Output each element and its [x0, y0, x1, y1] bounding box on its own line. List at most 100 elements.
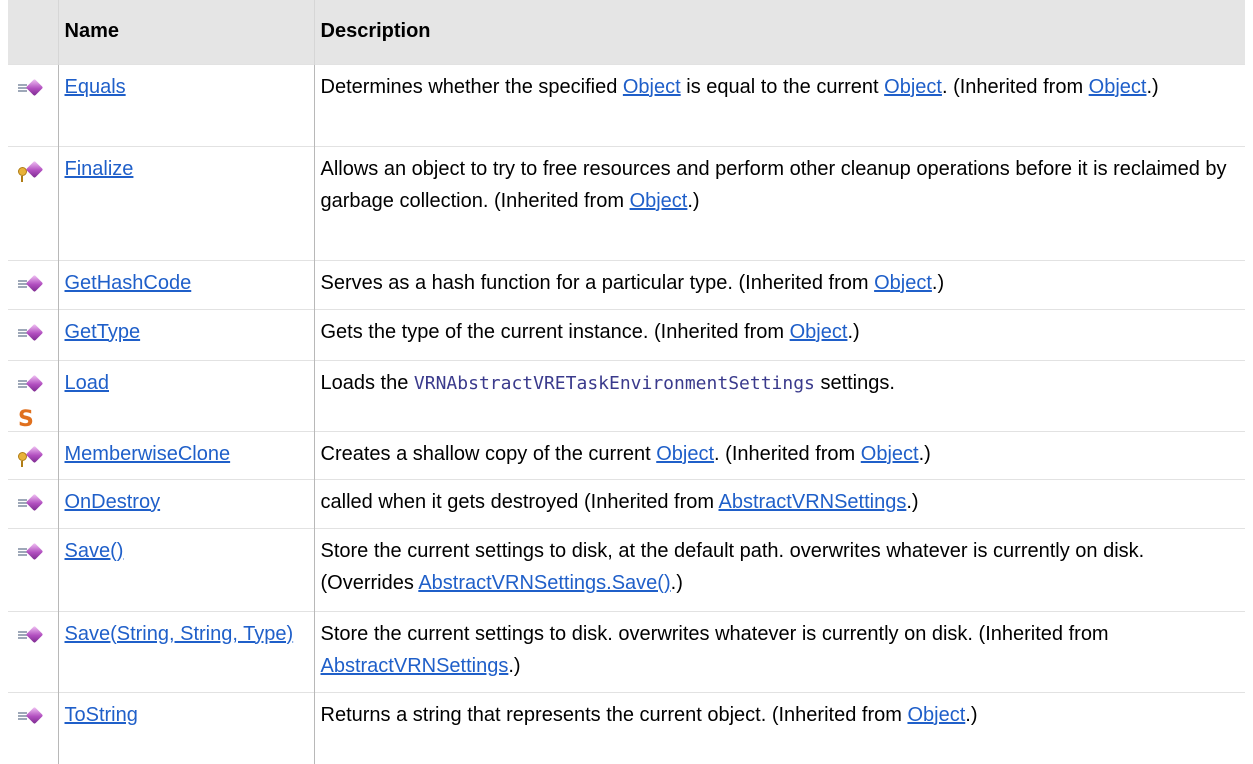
table-row: MemberwiseClone Creates a shallow copy o… [8, 430, 1245, 479]
object-link[interactable]: Object [907, 704, 965, 726]
abstract-settings-save-link[interactable]: AbstractVRNSettings.Save() [418, 572, 670, 594]
table-row: Equals Determines whether the specified … [8, 63, 1245, 146]
name-cell: OnDestroy [57, 478, 314, 528]
icon-cell [8, 527, 58, 611]
description-text: Creates a shallow copy of the current [320, 442, 657, 465]
name-cell: GetHashCode [57, 259, 314, 309]
member-link-equals[interactable]: Equals [65, 76, 126, 98]
icon-cell: S [8, 359, 58, 432]
description-text: .) [918, 442, 931, 465]
description-text: Loads the [320, 371, 414, 394]
object-link[interactable]: Object [623, 76, 681, 98]
description-cell: Creates a shallow copy of the current Ob… [313, 430, 1245, 479]
object-link[interactable]: Object [861, 443, 919, 465]
description-text: settings. [814, 371, 895, 394]
member-link-save[interactable]: Save() [65, 540, 124, 562]
icon-cell [8, 145, 58, 260]
description-cell: Store the current settings to disk. over… [313, 610, 1245, 692]
name-cell: ToString [57, 691, 314, 764]
description-text: Store the current settings to disk. over… [320, 622, 1109, 645]
description-cell: Serves as a hash function for a particul… [313, 259, 1245, 309]
description-text: Serves as a hash function for a particul… [320, 271, 875, 294]
member-link-finalize[interactable]: Finalize [65, 158, 134, 180]
table-row: Finalize Allows an object to try to free… [8, 145, 1245, 260]
description-text: .) [847, 320, 860, 343]
icon-column-header [8, 0, 58, 64]
table-row: GetHashCode Serves as a hash function fo… [8, 259, 1245, 309]
name-cell: MemberwiseClone [57, 430, 314, 479]
object-link[interactable]: Object [656, 443, 714, 465]
member-link-save-string-string-type[interactable]: Save(String, String, Type) [65, 623, 294, 645]
description-text: Gets the type of the current instance. (… [320, 320, 790, 343]
protected-method-icon [18, 157, 46, 182]
icon-cell [8, 259, 58, 309]
protected-method-icon [18, 442, 46, 467]
description-text: .) [508, 654, 521, 677]
public-method-icon [18, 490, 46, 514]
table-row: ToString Returns a string that represent… [8, 691, 1245, 764]
object-link[interactable]: Object [790, 321, 848, 343]
public-method-icon [18, 75, 46, 99]
name-cell: Save() [57, 527, 314, 611]
object-link[interactable]: Object [630, 190, 688, 212]
abstract-settings-link[interactable]: AbstractVRNSettings [719, 491, 907, 513]
description-text: .) [670, 571, 683, 594]
icon-cell [8, 610, 58, 692]
table-row: Save() Store the current settings to dis… [8, 527, 1245, 611]
description-text: is equal to the current [680, 75, 885, 98]
object-link[interactable]: Object [884, 76, 942, 98]
name-cell: Load [57, 359, 314, 431]
object-link[interactable]: Object [874, 272, 932, 294]
description-column-header: Description [313, 0, 1245, 64]
description-text: .) [965, 703, 978, 726]
table-row: GetType Gets the type of the current ins… [8, 308, 1245, 360]
table-row: OnDestroy called when it gets destroyed … [8, 478, 1245, 528]
public-method-icon [18, 539, 46, 563]
member-link-memberwiseclone[interactable]: MemberwiseClone [65, 443, 231, 465]
type-name-code: VRNAbstractVRETaskEnvironmentSettings [413, 372, 815, 394]
description-text: .) [687, 189, 700, 212]
description-text: Determines whether the specified [320, 75, 623, 98]
member-link-ondestroy[interactable]: OnDestroy [65, 491, 161, 513]
abstract-settings-link[interactable]: AbstractVRNSettings [321, 655, 509, 677]
icon-cell [8, 63, 58, 146]
description-text: .) [931, 271, 945, 294]
member-link-tostring[interactable]: ToString [65, 704, 138, 726]
description-text: . (Inherited from [941, 75, 1089, 98]
description-text: Allows an object to try to free resource… [320, 157, 1227, 212]
name-cell: Save(String, String, Type) [57, 610, 314, 692]
name-column-header: Name [57, 0, 314, 64]
public-method-icon [18, 622, 46, 646]
table-row: Save(String, String, Type) Store the cur… [8, 610, 1245, 692]
description-text: called when it gets destroyed (Inherited… [320, 490, 719, 513]
icon-cell [8, 430, 58, 479]
description-cell: called when it gets destroyed (Inherited… [313, 478, 1245, 528]
description-cell: Determines whether the specified Object … [313, 63, 1245, 146]
description-cell: Returns a string that represents the cur… [313, 691, 1245, 764]
object-link[interactable]: Object [1089, 76, 1147, 98]
member-link-gettype[interactable]: GetType [65, 321, 141, 343]
public-method-icon [18, 271, 46, 295]
static-icon: S [18, 406, 34, 432]
description-text: Returns a string that represents the cur… [320, 703, 908, 726]
public-method-icon [18, 320, 46, 344]
icon-cell [8, 691, 58, 764]
icon-cell [8, 308, 58, 360]
name-cell: Equals [57, 63, 314, 146]
description-cell: Store the current settings to disk, at t… [313, 527, 1245, 611]
description-cell: Gets the type of the current instance. (… [313, 308, 1245, 360]
public-method-icon [18, 371, 46, 395]
description-text: .) [906, 490, 919, 513]
public-method-icon [18, 703, 46, 727]
table-row: S Load Loads the VRNAbstractVRETaskEnvir… [8, 359, 1245, 432]
icon-cell [8, 478, 58, 528]
description-text: .) [1146, 75, 1159, 98]
member-link-load[interactable]: Load [65, 372, 110, 394]
table-header-row: Name Description [8, 0, 1245, 64]
description-cell: Allows an object to try to free resource… [313, 145, 1245, 260]
member-link-gethashcode[interactable]: GetHashCode [65, 272, 192, 294]
description-text: . (Inherited from [714, 442, 861, 465]
members-table: Name Description Equals Determines wheth… [8, 0, 1245, 764]
name-cell: GetType [57, 308, 314, 360]
description-cell: Loads the VRNAbstractVRETaskEnvironmentS… [313, 359, 1245, 431]
